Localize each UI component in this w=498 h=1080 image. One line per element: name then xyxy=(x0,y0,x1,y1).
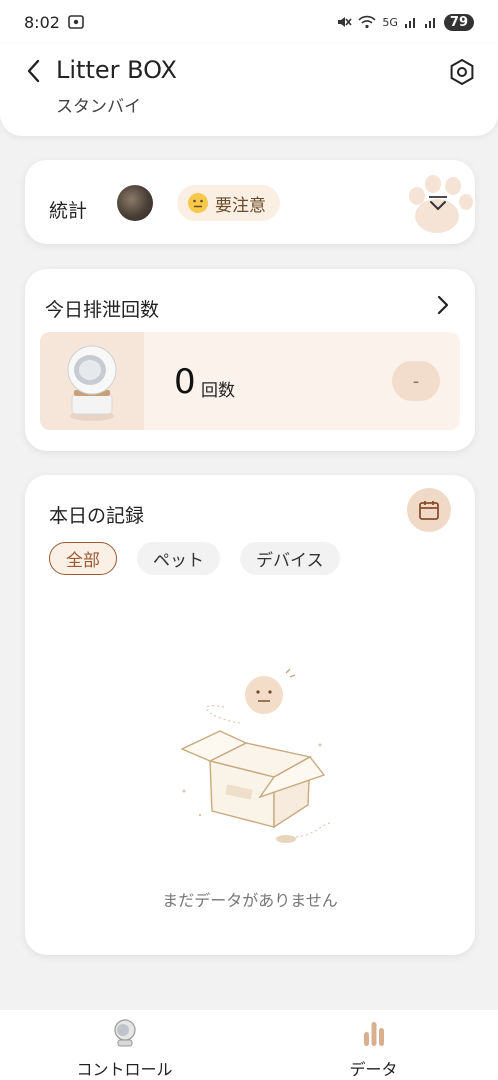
back-icon[interactable] xyxy=(22,56,46,86)
calendar-button[interactable] xyxy=(407,488,451,532)
signal-icon xyxy=(424,18,435,28)
network-label: 5G xyxy=(382,15,398,29)
settings-icon[interactable] xyxy=(448,58,476,86)
pet-avatar xyxy=(117,185,153,221)
stats-card[interactable]: 統計 要注意 xyxy=(25,160,475,244)
daily-count-value: 0 xyxy=(174,362,196,402)
daily-count-card[interactable]: 今日排泄回数 0 回数 - xyxy=(25,269,475,451)
filter-tabs: 全部 ペット デバイス xyxy=(49,542,340,575)
device-icon xyxy=(113,1019,136,1047)
page-title: Litter BOX xyxy=(56,56,177,84)
status-badge-label: 要注意 xyxy=(215,195,266,216)
app-header: Litter BOX スタンバイ xyxy=(0,44,498,136)
neutral-face-icon xyxy=(188,193,208,213)
status-time: 8:02 xyxy=(24,12,60,32)
mute-icon xyxy=(338,17,352,27)
filter-all[interactable]: 全部 xyxy=(49,542,117,575)
screenshot-icon xyxy=(68,15,84,29)
nav-label-data: データ xyxy=(349,1060,398,1079)
signal-icon xyxy=(404,18,415,28)
records-title: 本日の記録 xyxy=(49,505,145,527)
daily-count-unit: 回数 xyxy=(201,381,235,401)
daily-count-panel: 0 回数 - xyxy=(40,332,460,430)
nav-label-control: コントロール xyxy=(76,1060,173,1079)
records-card: 本日の記録 全部 ペット デバイス まだデータがありません xyxy=(25,475,475,955)
bottom-nav: コントロール データ xyxy=(0,1010,498,1080)
chevron-down-icon[interactable] xyxy=(427,192,449,214)
device-status: スタンバイ xyxy=(56,97,141,117)
nav-item-data[interactable]: データ xyxy=(249,1010,498,1080)
status-indicators: 5G 79 xyxy=(336,13,474,31)
empty-state-text: まだデータがありません xyxy=(162,891,338,910)
chevron-right-icon[interactable] xyxy=(435,293,451,317)
battery-indicator: 79 xyxy=(443,13,474,31)
status-badge: 要注意 xyxy=(177,185,280,221)
calendar-icon xyxy=(419,501,439,520)
count-action-button[interactable]: - xyxy=(392,361,440,401)
stats-label: 統計 xyxy=(49,200,88,222)
daily-count-title: 今日排泄回数 xyxy=(45,299,160,321)
litter-box-image xyxy=(40,332,144,430)
empty-box-illustration xyxy=(180,668,331,843)
filter-pet[interactable]: ペット xyxy=(137,542,220,575)
wifi-icon xyxy=(358,15,376,29)
bar-chart-icon xyxy=(363,1022,384,1046)
filter-device[interactable]: デバイス xyxy=(240,542,340,575)
nav-item-control[interactable]: コントロール xyxy=(0,1010,249,1080)
status-bar: 8:02 5G 79 xyxy=(0,0,498,44)
